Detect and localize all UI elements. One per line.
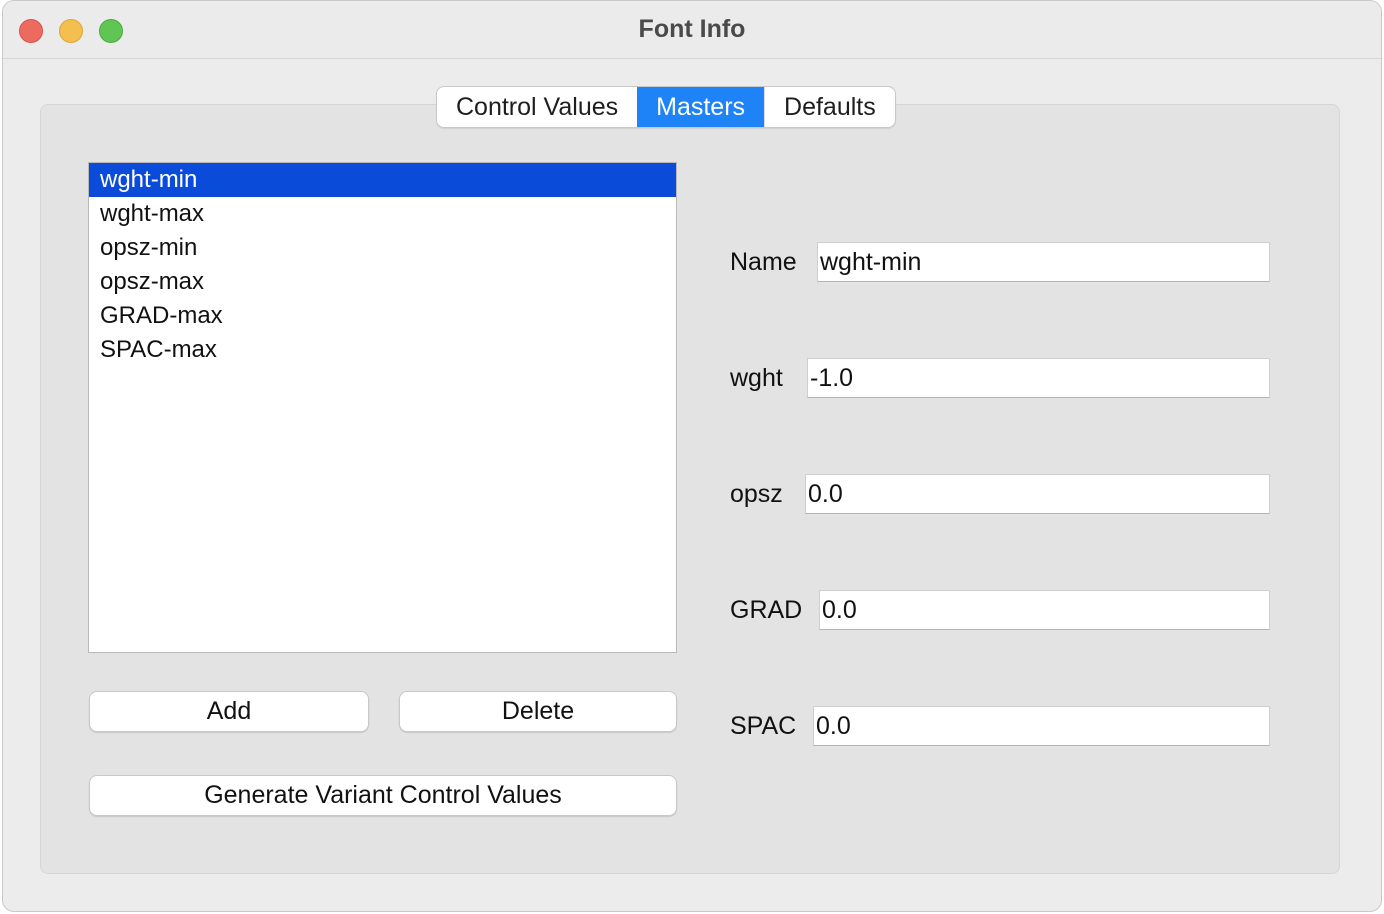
grad-label: GRAD xyxy=(730,596,803,624)
master-item-wght-max[interactable]: wght-max xyxy=(89,197,676,231)
master-item-opsz-max[interactable]: opsz-max xyxy=(89,265,676,299)
master-item-grad-max[interactable]: GRAD-max xyxy=(89,299,676,333)
tab-bar: Control Values Masters Defaults xyxy=(436,86,896,128)
add-button[interactable]: Add xyxy=(89,691,369,732)
opsz-field[interactable]: 0.0 xyxy=(805,474,1270,514)
opsz-label: opsz xyxy=(730,480,783,508)
name-field[interactable]: wght-min xyxy=(817,242,1270,282)
grad-field[interactable]: 0.0 xyxy=(819,590,1270,630)
title-bar[interactable]: Font Info xyxy=(3,1,1381,59)
master-item-opsz-min[interactable]: opsz-min xyxy=(89,231,676,265)
master-item-wght-min[interactable]: wght-min xyxy=(89,163,676,197)
delete-button[interactable]: Delete xyxy=(399,691,677,732)
spac-label: SPAC xyxy=(730,712,797,740)
generate-variant-control-values-button[interactable]: Generate Variant Control Values xyxy=(89,775,677,816)
tab-control-values[interactable]: Control Values xyxy=(437,87,637,127)
name-label: Name xyxy=(730,248,797,276)
spac-field[interactable]: 0.0 xyxy=(813,706,1270,746)
tab-defaults[interactable]: Defaults xyxy=(764,87,895,127)
master-item-spac-max[interactable]: SPAC-max xyxy=(89,333,676,367)
tab-masters[interactable]: Masters xyxy=(637,87,765,127)
wght-label: wght xyxy=(730,364,783,392)
masters-list[interactable]: wght-min wght-max opsz-min opsz-max GRAD… xyxy=(88,162,677,653)
window-title: Font Info xyxy=(638,15,746,43)
wght-field[interactable]: -1.0 xyxy=(807,358,1270,398)
